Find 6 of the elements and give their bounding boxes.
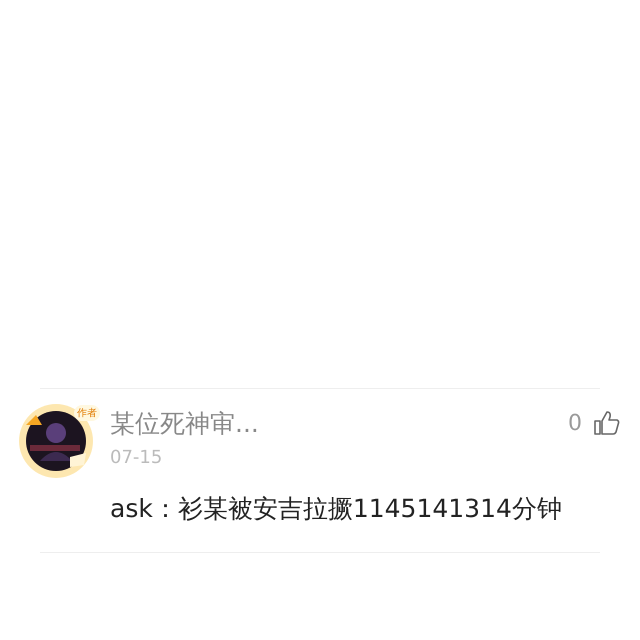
comment-date: 07-15 [110, 447, 164, 468]
author-badge: 作者 [74, 405, 100, 421]
like-count: 0 [568, 410, 582, 436]
comment-text: ask：衫某被安吉拉撅1145141314分钟 [110, 493, 563, 525]
thumbs-up-icon[interactable] [594, 411, 620, 435]
username[interactable]: 某位死神审... [110, 406, 568, 440]
